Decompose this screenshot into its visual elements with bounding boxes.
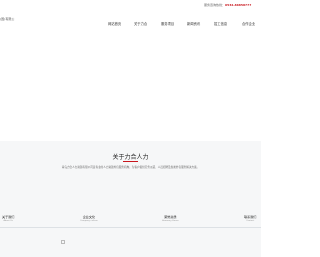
- nav-item-home[interactable]: 网站首页: [108, 21, 121, 26]
- tab-label: 荣誉资质: [164, 215, 177, 219]
- company-name-fragment: (国)有限公: [0, 17, 15, 21]
- tab-divider: [0, 227, 261, 228]
- tab-company-culture[interactable]: 企业文化 Company culture: [80, 214, 98, 222]
- main-nav: 网站首页 关于力合 服务项目 新闻资讯 招工信息 合作企业: [104, 21, 261, 29]
- tab-sublabel: Contact: [246, 220, 255, 222]
- tab-label: 关于我们: [2, 215, 15, 219]
- tab-about-us[interactable]: 关于我们 About Us: [2, 214, 14, 222]
- broken-image-icon: [61, 240, 65, 244]
- tab-contact[interactable]: 联系我们 Contact: [244, 214, 256, 222]
- tab-sublabel: Honorary Honor: [162, 220, 179, 222]
- title-underline: [123, 161, 138, 162]
- nav-item-partners[interactable]: 合作企业: [242, 21, 255, 26]
- nav-item-services[interactable]: 服务项目: [161, 21, 174, 26]
- tab-label: 联系我们: [244, 215, 257, 219]
- tab-honors[interactable]: 荣誉资质 Honorary Honor: [162, 214, 179, 222]
- about-description: 青岛力合人力资源有限公司是专业的人力资源外包服务机构，为客户提供劳务派遣、人员招…: [61, 166, 200, 169]
- nav-item-news[interactable]: 新闻资讯: [187, 21, 200, 26]
- tab-sublabel: Company culture: [80, 220, 98, 222]
- tab-sublabel: About Us: [3, 220, 13, 222]
- nav-item-about[interactable]: 关于力合: [134, 21, 147, 26]
- tab-label: 企业文化: [82, 215, 96, 219]
- hotline-label: 服务咨询热线：: [204, 3, 226, 7]
- hero-banner: [0, 37, 261, 141]
- hotline-number[interactable]: 0532-86858777: [225, 3, 251, 7]
- nav-item-jobs[interactable]: 招工信息: [214, 21, 227, 26]
- about-title: 关于力合人力: [112, 154, 149, 161]
- service-hotline: 服务咨询热线：0532-86858777: [204, 3, 251, 7]
- about-tabs: 关于我们 About Us 企业文化 Company culture 荣誉资质 …: [0, 214, 261, 228]
